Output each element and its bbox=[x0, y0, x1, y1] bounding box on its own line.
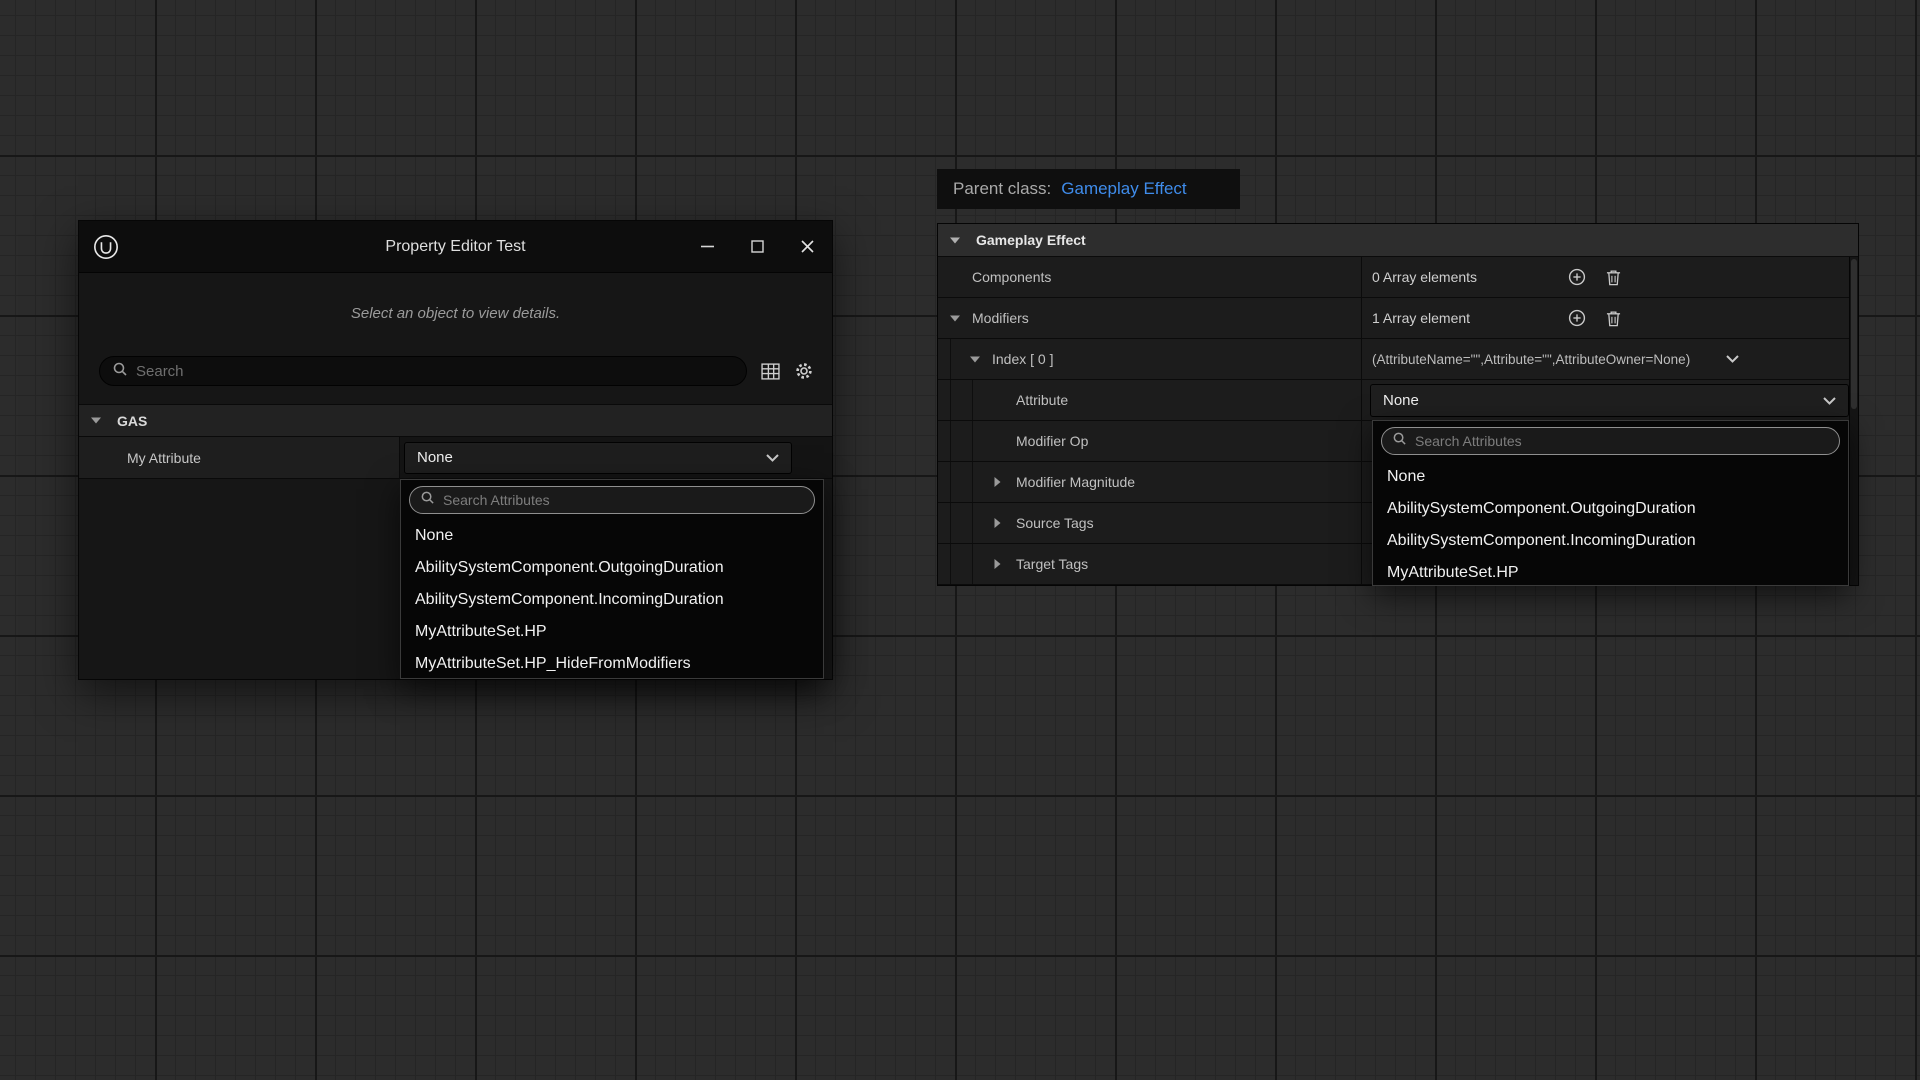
row-index-0: Index [ 0 ] (AttributeName="",Attribute=… bbox=[938, 339, 1858, 380]
window-controls bbox=[682, 221, 832, 272]
category-label: Gameplay Effect bbox=[976, 232, 1086, 248]
chevron-down-icon bbox=[1823, 392, 1836, 409]
triangle-right-icon[interactable] bbox=[994, 477, 1016, 487]
dropdown-item[interactable]: None bbox=[1373, 461, 1848, 493]
parent-class-label: Parent class: bbox=[953, 179, 1051, 199]
empty-details-hint: Select an object to view details. bbox=[79, 305, 832, 322]
scrollbar-thumb[interactable] bbox=[1851, 259, 1857, 409]
combobox-value: None bbox=[417, 449, 453, 466]
attributes-search-input[interactable] bbox=[1415, 433, 1829, 449]
search-icon bbox=[420, 490, 435, 510]
row-label: Index [ 0 ] bbox=[992, 351, 1053, 367]
minimize-button[interactable] bbox=[682, 221, 732, 272]
attribute-picker-dropdown: None AbilitySystemComponent.OutgoingDura… bbox=[1372, 420, 1849, 586]
property-name: My Attribute bbox=[79, 437, 400, 478]
search-icon bbox=[112, 361, 128, 382]
search-icon bbox=[1392, 431, 1407, 451]
row-label: Modifier Magnitude bbox=[1016, 474, 1135, 490]
attributes-search-box[interactable] bbox=[409, 486, 815, 514]
delete-elements-icon[interactable] bbox=[1606, 269, 1621, 286]
row-label: Attribute bbox=[1016, 392, 1068, 408]
dropdown-item[interactable]: MyAttributeSet.HP_HideFromModifiers bbox=[401, 648, 823, 680]
category-gameplay-effect[interactable]: Gameplay Effect bbox=[938, 224, 1858, 257]
dropdown-item[interactable]: AbilitySystemComponent.IncomingDuration bbox=[1373, 525, 1848, 557]
triangle-right-icon[interactable] bbox=[994, 559, 1016, 569]
details-toolbar bbox=[99, 356, 814, 386]
dropdown-item[interactable]: MyAttributeSet.HP bbox=[401, 616, 823, 648]
scrollbar[interactable] bbox=[1849, 257, 1858, 585]
dropdown-item[interactable]: MyAttributeSet.HP bbox=[1373, 557, 1848, 589]
window-titlebar[interactable]: Property Editor Test bbox=[79, 221, 832, 273]
delete-elements-icon[interactable] bbox=[1606, 310, 1621, 327]
chevron-down-icon[interactable] bbox=[1726, 355, 1739, 363]
chevron-down-icon bbox=[766, 449, 779, 466]
parent-class-link[interactable]: Gameplay Effect bbox=[1061, 179, 1186, 199]
add-element-icon[interactable] bbox=[1568, 309, 1586, 327]
add-element-icon[interactable] bbox=[1568, 268, 1586, 286]
dropdown-item[interactable]: AbilitySystemComponent.IncomingDuration bbox=[401, 584, 823, 616]
settings-gear-icon[interactable] bbox=[794, 361, 814, 381]
row-modifiers: Modifiers 1 Array element bbox=[938, 298, 1858, 339]
category-gas[interactable]: GAS bbox=[79, 404, 832, 437]
dropdown-item[interactable]: AbilitySystemComponent.OutgoingDuration bbox=[1373, 493, 1848, 525]
attribute-combobox[interactable]: None bbox=[1370, 384, 1849, 417]
row-attribute: Attribute None bbox=[938, 380, 1858, 421]
struct-summary: (AttributeName="",Attribute="",Attribute… bbox=[1372, 352, 1690, 367]
attributes-search-box[interactable] bbox=[1381, 427, 1840, 455]
triangle-down-icon[interactable] bbox=[950, 315, 972, 322]
property-value-cell: None bbox=[400, 437, 832, 478]
dropdown-item[interactable]: None bbox=[401, 520, 823, 552]
close-button[interactable] bbox=[782, 221, 832, 272]
search-input[interactable] bbox=[136, 363, 734, 380]
row-label: Target Tags bbox=[1016, 556, 1088, 572]
property-editor-window: Property Editor Test Select an object to… bbox=[78, 220, 833, 680]
array-count: 0 Array elements bbox=[1372, 269, 1568, 285]
row-components: Components 0 Array elements bbox=[938, 257, 1858, 298]
row-label: Components bbox=[972, 269, 1051, 285]
triangle-right-icon[interactable] bbox=[994, 518, 1016, 528]
maximize-button[interactable] bbox=[732, 221, 782, 272]
dropdown-item[interactable]: AbilitySystemComponent.OutgoingDuration bbox=[401, 552, 823, 584]
attribute-picker-dropdown: None AbilitySystemComponent.OutgoingDura… bbox=[400, 479, 824, 679]
triangle-down-icon bbox=[950, 237, 976, 244]
parent-class-bar: Parent class: Gameplay Effect bbox=[937, 169, 1240, 209]
column-view-icon[interactable] bbox=[761, 362, 780, 381]
my-attribute-combobox[interactable]: None bbox=[404, 442, 792, 474]
triangle-down-icon bbox=[91, 417, 117, 424]
attributes-search-input[interactable] bbox=[443, 492, 804, 508]
triangle-down-icon[interactable] bbox=[970, 356, 992, 363]
property-row-my-attribute: My Attribute None bbox=[79, 437, 832, 479]
row-label: Source Tags bbox=[1016, 515, 1094, 531]
row-label: Modifiers bbox=[972, 310, 1029, 326]
unreal-logo-icon bbox=[93, 234, 119, 260]
combobox-value: None bbox=[1383, 392, 1419, 409]
row-label: Modifier Op bbox=[1016, 433, 1088, 449]
array-count: 1 Array element bbox=[1372, 310, 1568, 326]
search-box[interactable] bbox=[99, 356, 747, 386]
category-label: GAS bbox=[117, 413, 147, 429]
blueprint-grid-background: Property Editor Test Select an object to… bbox=[0, 0, 1920, 1080]
